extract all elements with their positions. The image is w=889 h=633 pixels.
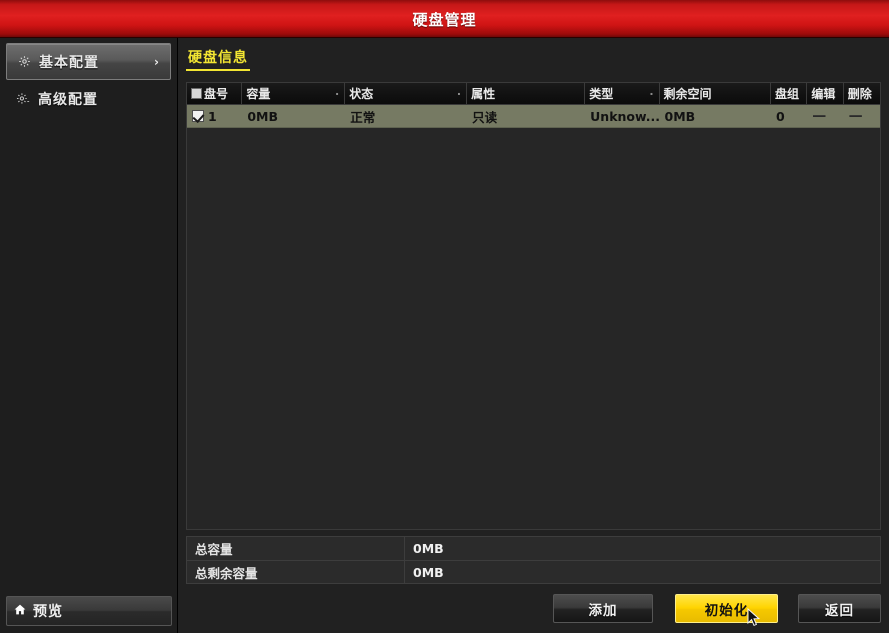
cell-edit[interactable]: — — [807, 105, 843, 127]
sidebar-item-live-view[interactable]: 预览 — [6, 596, 172, 626]
gear-icon — [13, 55, 35, 68]
sort-indicator-icon[interactable]: · — [649, 87, 653, 100]
sidebar-item-label: 基本配置 — [39, 54, 99, 71]
column-header-status[interactable]: 状态 · — [345, 83, 468, 104]
column-header-label: 属性 — [471, 87, 496, 101]
edit-icon[interactable]: — — [812, 108, 826, 124]
summary-label: 总容量 — [187, 537, 405, 560]
cell-value: 正常 — [350, 109, 376, 125]
cell-capacity: 0MB — [242, 105, 345, 127]
home-icon — [7, 603, 33, 620]
page-title: 硬盘管理 — [412, 11, 477, 29]
column-header-label: 删除 — [847, 87, 872, 101]
cell-free_space: 0MB — [660, 105, 771, 127]
sidebar-item-label: 高级配置 — [38, 91, 98, 108]
column-header-free_space[interactable]: 剩余空间 — [660, 83, 771, 104]
column-header-type[interactable]: 类型 · — [585, 83, 660, 104]
sidebar-item-label: 预览 — [33, 604, 63, 620]
cell-delete[interactable]: — — [844, 105, 880, 127]
cell-status: 正常 — [345, 105, 467, 127]
main-panel: 硬盘信息 盘号 容量 · 状态 · 属性 类型 · 剩余空间 盘组 编辑 删除 1 0MB 正常 只读 Unk… — [178, 38, 889, 633]
column-header-label: 容量 — [246, 87, 271, 101]
hdd-table: 盘号 容量 · 状态 · 属性 类型 · 剩余空间 盘组 编辑 删除 1 0MB 正常 只读 Unknow..… — [186, 82, 881, 530]
column-header-property[interactable]: 属性 — [467, 83, 586, 104]
column-header-group[interactable]: 盘组 — [771, 83, 808, 104]
table-row[interactable]: 1 0MB 正常 只读 Unknow... 0MB 0— — — [187, 105, 880, 128]
table-header-row: 盘号 容量 · 状态 · 属性 类型 · 剩余空间 盘组 编辑 删除 — [187, 83, 880, 105]
cell-value: 0 — [775, 108, 785, 124]
sort-indicator-icon[interactable]: · — [457, 87, 461, 100]
sidebar-item-advanced-settings[interactable]: 高级配置 — [6, 80, 171, 117]
tab-bar: 硬盘信息 — [186, 43, 250, 71]
delete-icon[interactable]: — — [849, 108, 863, 124]
summary-label: 总剩余容量 — [187, 561, 405, 583]
cell-value: 1 — [208, 108, 217, 124]
table-body: 1 0MB 正常 只读 Unknow... 0MB 0— — — [187, 105, 880, 128]
cell-value: 只读 — [472, 109, 498, 125]
chevron-right-icon: › — [154, 54, 160, 69]
footer-button-bar: 添加 初始化 返回 — [186, 590, 881, 628]
sidebar: 基本配置 › 高级配置 预览 — [0, 38, 178, 633]
hdd-management-window: 硬盘管理 基本配置 › 高级配置 预览 硬盘信息 盘号 容量 · 状态 · 属性… — [0, 0, 889, 633]
cell-property: 只读 — [467, 105, 585, 127]
add-button[interactable]: 添加 — [553, 594, 653, 623]
row-checkbox[interactable] — [192, 110, 204, 122]
column-header-label: 编辑 — [811, 87, 836, 101]
window-title-bar: 硬盘管理 — [0, 0, 889, 38]
column-header-capacity[interactable]: 容量 · — [242, 83, 346, 104]
back-button[interactable]: 返回 — [798, 594, 881, 623]
summary-row-total-capacity: 总容量 0MB — [186, 536, 881, 560]
cell-group: 0 — [771, 105, 807, 127]
cell-value: 0MB — [664, 108, 696, 124]
sort-indicator-icon[interactable]: · — [335, 87, 339, 100]
capacity-summary: 总容量 0MB 总剩余容量 0MB — [186, 536, 881, 584]
sidebar-item-basic-settings[interactable]: 基本配置 › — [6, 43, 171, 80]
column-header-delete[interactable]: 删除 — [844, 83, 880, 104]
select-all-checkbox[interactable] — [191, 88, 202, 99]
column-header-label: 盘号 — [204, 87, 229, 101]
cell-type: Unknow... — [585, 105, 659, 127]
summary-value: 0MB — [413, 564, 444, 580]
column-header-label: 类型 — [589, 87, 614, 101]
column-header-disk_no[interactable]: 盘号 — [187, 83, 243, 104]
initialize-button[interactable]: 初始化 — [675, 594, 778, 623]
column-header-label: 状态 — [349, 87, 374, 101]
column-header-label: 盘组 — [774, 87, 799, 101]
gear-advanced-icon — [12, 92, 34, 105]
summary-row-free-capacity: 总剩余容量 0MB — [186, 560, 881, 584]
cell-disk_no: 1 — [187, 105, 242, 127]
cell-value: 0MB — [247, 108, 279, 124]
column-header-label: 剩余空间 — [663, 87, 712, 101]
cell-value: Unknow... — [590, 108, 660, 124]
column-header-edit[interactable]: 编辑 — [807, 83, 844, 104]
summary-value: 0MB — [413, 541, 444, 556]
tab-hdd-information[interactable]: 硬盘信息 — [186, 47, 250, 71]
